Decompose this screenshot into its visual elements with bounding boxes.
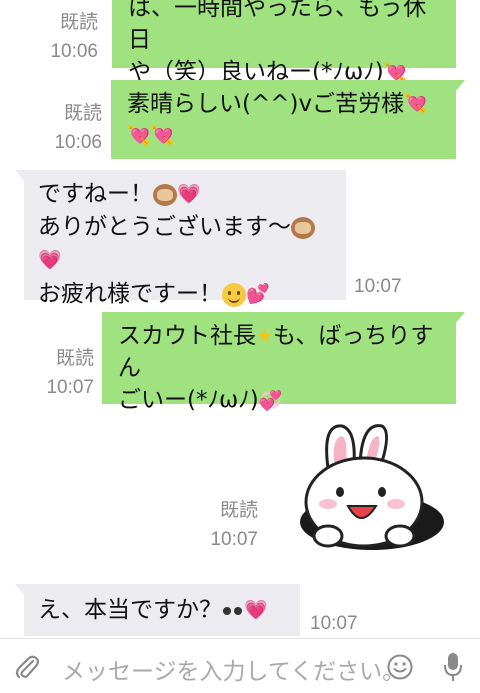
- message-time: 10:07: [46, 377, 94, 399]
- message-time: 10:07: [354, 276, 402, 297]
- bunny-cheek-left: [319, 499, 337, 509]
- message-line: お疲れ様ですー！ 💕: [38, 278, 332, 311]
- outgoing-message-3[interactable]: スカウト社長★も、ばっちりすん ごいー(*ﾉωﾉ)💞: [102, 312, 465, 413]
- read-receipt-3: 既読 10:07: [36, 344, 94, 403]
- sparkling-heart-icon: 💞: [258, 389, 283, 412]
- bunny-eye-left: [336, 487, 344, 497]
- message-text: ごいー(*ﾉωﾉ): [118, 387, 259, 414]
- message-line: スカウト社長★も、ばっちりすん: [118, 320, 442, 384]
- message-line: ごいー(*ﾉωﾉ)💞: [118, 384, 442, 416]
- message-line: 💘💘: [127, 120, 442, 152]
- bunny-cheek-right: [387, 499, 405, 509]
- message-text: スカウト社長: [118, 323, 256, 349]
- message-text: 素晴らしい(^^)vご苦労様: [127, 91, 405, 117]
- emoji-icon[interactable]: [386, 653, 414, 681]
- heart-icon: 💗: [244, 598, 268, 621]
- paperclip-icon[interactable]: [14, 653, 40, 681]
- bunny-paw-right: [384, 524, 416, 548]
- message-line: 素晴らしい(^^)vご苦労様💘: [127, 88, 442, 120]
- message-time: 10:07: [310, 613, 358, 634]
- incoming-message-1[interactable]: ですねー！ 💗 ありがとうございます〜 💗 お疲れ様ですー！ 💕: [15, 170, 346, 307]
- read-receipt-4: 既読 10:07: [200, 496, 258, 555]
- star-icon: ★: [256, 325, 274, 348]
- read-label: 既読: [55, 348, 94, 369]
- heart-arrow-icon: 💘💘: [127, 125, 175, 148]
- message-time: 10:06: [50, 41, 98, 63]
- message-line: ですねー！ 💗: [38, 178, 332, 211]
- outgoing-message-2[interactable]: 素晴らしい(^^)vご苦労様💘 💘💘: [111, 80, 465, 159]
- message-input-bar: メッセージを入力してください。: [0, 638, 480, 693]
- heart-arrow-icon: 💘: [404, 93, 428, 116]
- message-time: 10:07: [210, 529, 258, 551]
- read-label: 既読: [59, 12, 98, 33]
- message-text: お疲れ様ですー！: [38, 281, 222, 308]
- bunny-eye-right: [378, 487, 386, 497]
- message-text: ですねー！: [38, 181, 153, 207]
- eyes-icon: [222, 606, 244, 616]
- read-receipt-2: 既読 10:06: [44, 99, 102, 158]
- heart-icon: 💗: [177, 182, 201, 205]
- read-label: 既読: [63, 103, 102, 124]
- read-label: 既読: [219, 500, 258, 521]
- message-text: ありがとうございます〜: [38, 214, 291, 241]
- bunny-paw-left: [312, 524, 344, 548]
- message-line: は、一時間やったら、もう休日: [128, 0, 427, 54]
- message-line: ありがとうございます〜 💗: [38, 211, 332, 278]
- chat-area[interactable]: 既読 10:06 は、一時間やったら、もう休日 や（笑）良いねー(*ﾉωﾉ)💘 …: [0, 0, 480, 638]
- monkey-icon: [291, 216, 315, 239]
- read-receipt-1: 既読 10:06: [40, 8, 98, 67]
- heart-icon: 💗: [38, 249, 62, 272]
- outgoing-message-1[interactable]: は、一時間やったら、もう休日 や（笑）良いねー(*ﾉωﾉ)💘: [112, 0, 456, 85]
- message-input[interactable]: メッセージを入力してください。: [62, 652, 405, 686]
- incoming-message-2[interactable]: え、本当ですか？ 💗: [15, 584, 300, 636]
- bunny-sticker[interactable]: [298, 418, 446, 554]
- message-time: 10:06: [54, 132, 102, 154]
- monkey-icon: [153, 183, 177, 206]
- microphone-icon[interactable]: [442, 651, 464, 683]
- smile-icon: [222, 282, 246, 307]
- hearts-icon: 💕: [246, 282, 270, 305]
- message-text: え、本当ですか？: [38, 597, 222, 623]
